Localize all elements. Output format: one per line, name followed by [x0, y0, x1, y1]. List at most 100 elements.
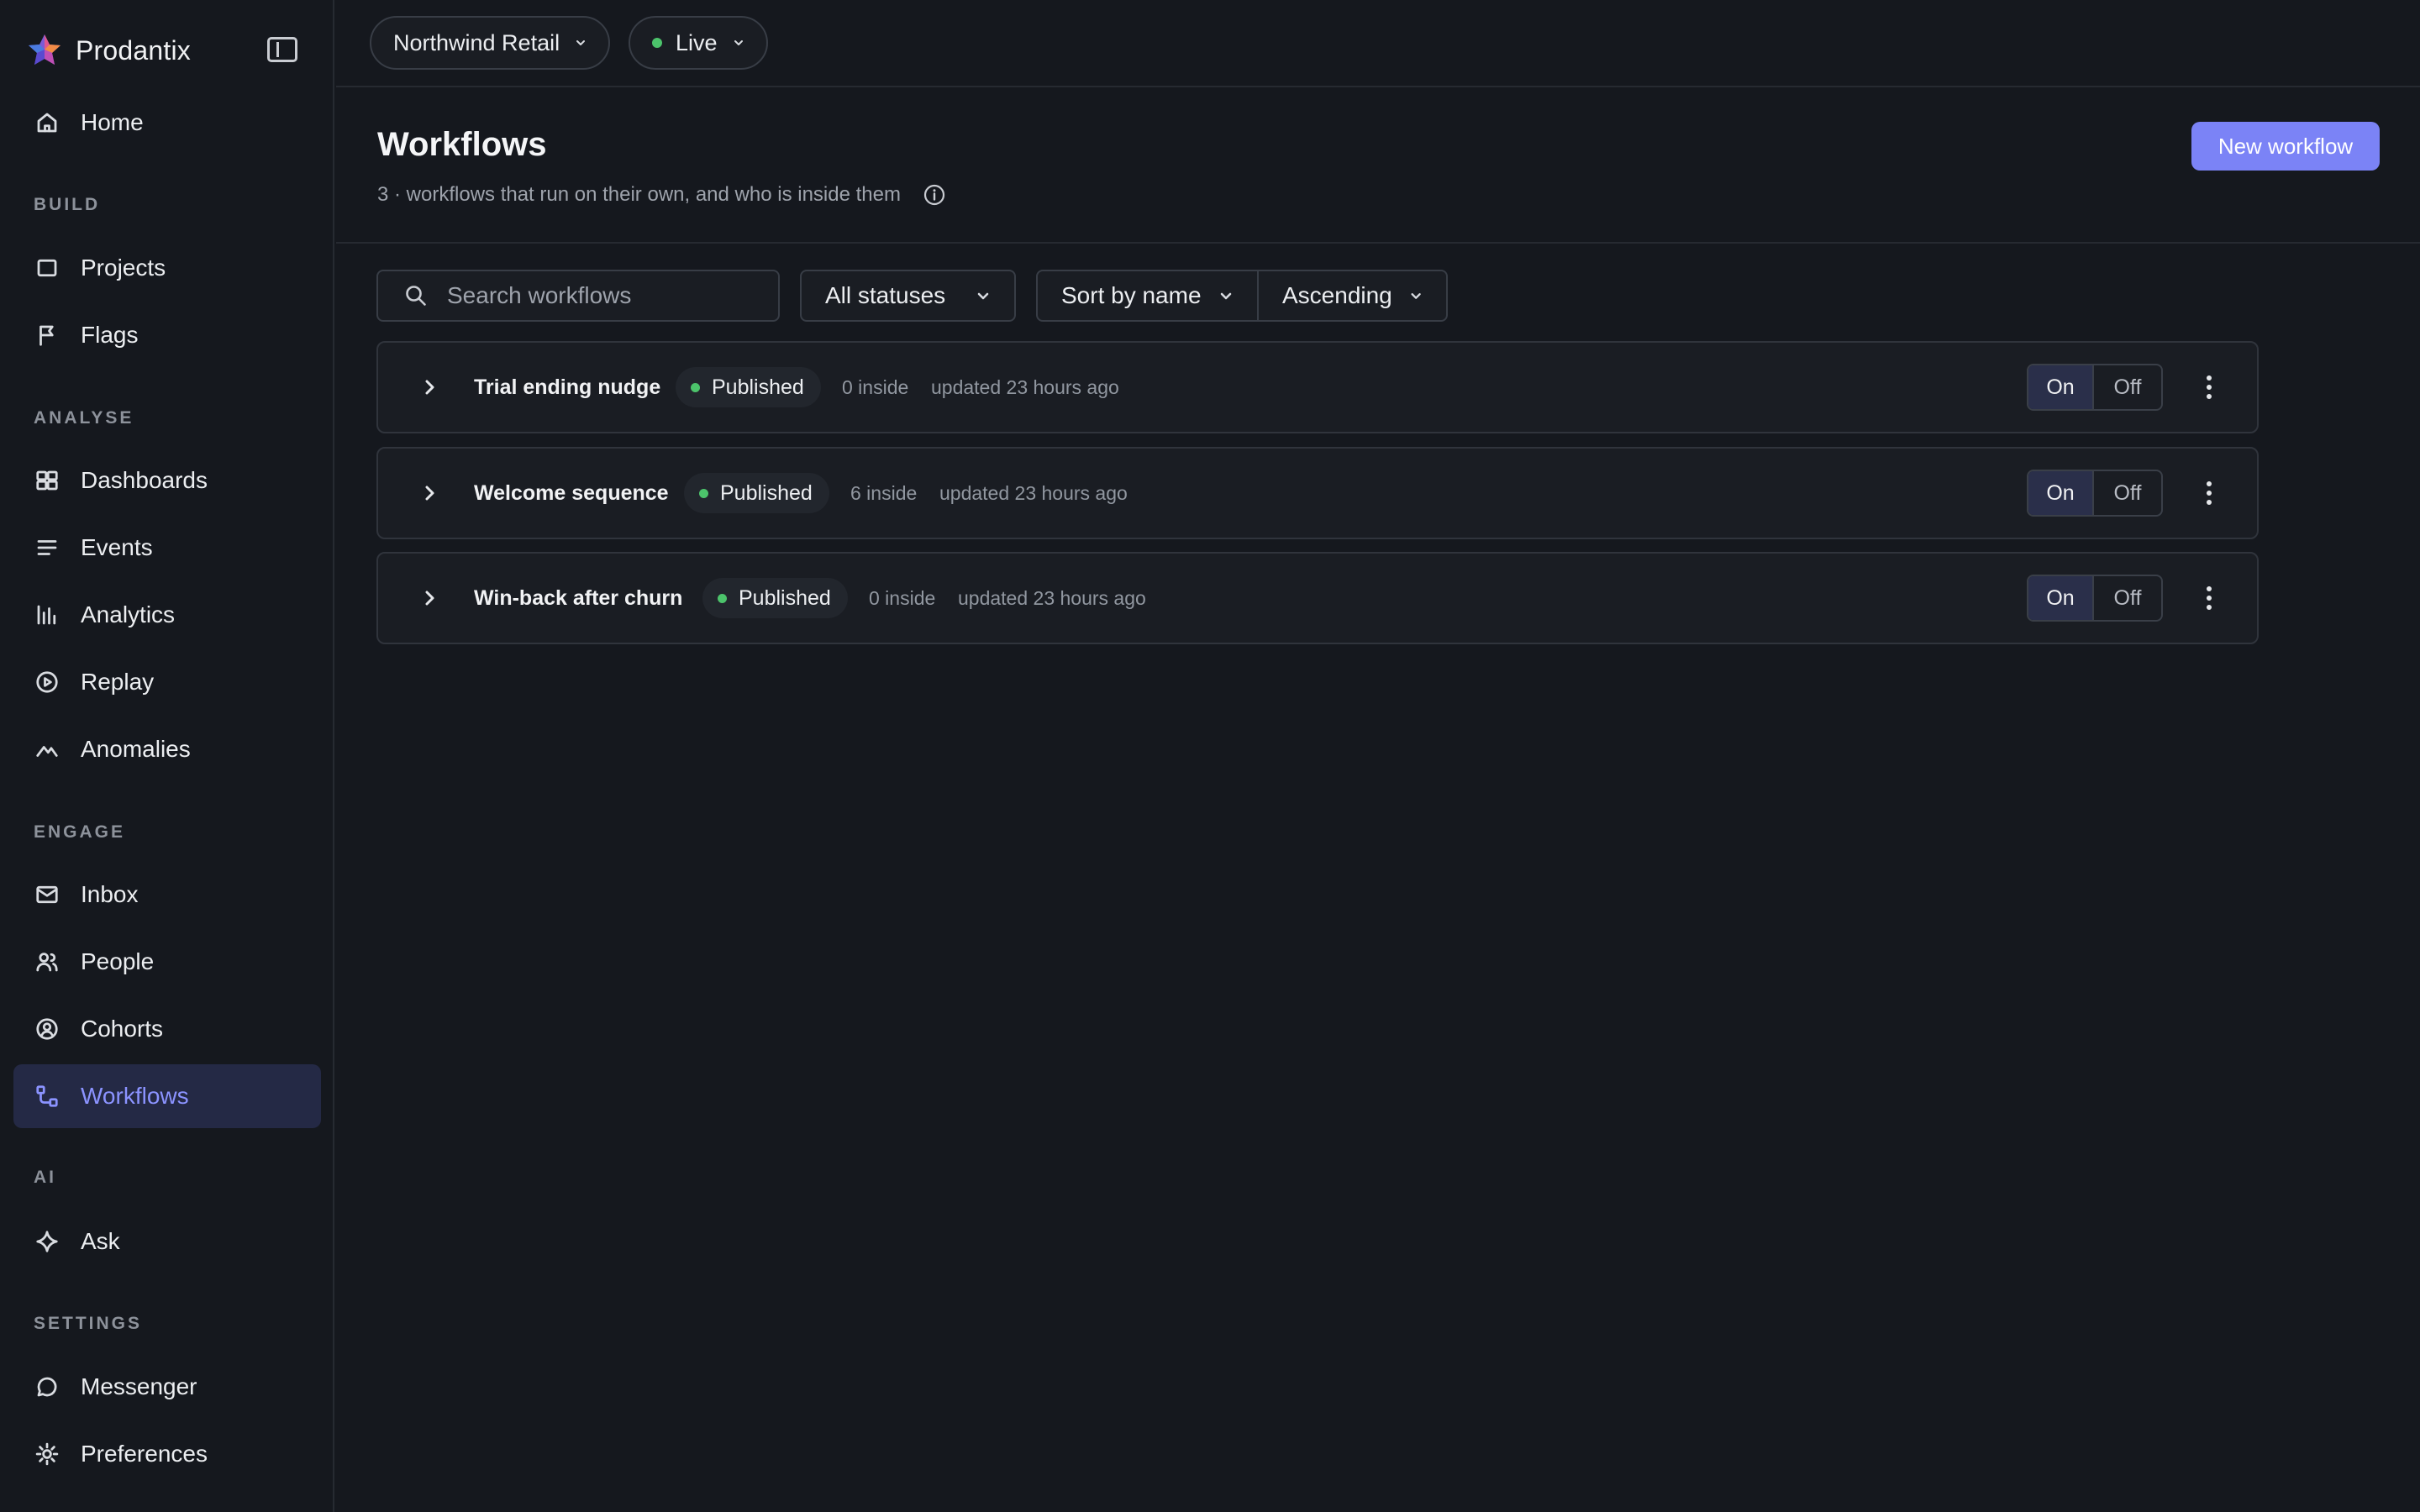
sidebar-item-inbox[interactable]: Inbox — [13, 863, 321, 927]
play-circle-icon — [34, 669, 60, 696]
toggle-on-option[interactable]: On — [2028, 365, 2094, 409]
on-off-toggle[interactable]: On Off — [2027, 470, 2163, 517]
sidebar-item-projects[interactable]: Projects — [13, 236, 321, 300]
status-badge: Published — [684, 473, 829, 513]
page-subtitle: 3 · workflows that run on their own, and… — [377, 183, 946, 207]
sidebar-item-label: Analytics — [81, 601, 176, 627]
updated-time: updated 23 hours ago — [931, 375, 1119, 398]
sidebar-item-flags[interactable]: Flags — [13, 303, 321, 367]
on-off-toggle[interactable]: On Off — [2027, 364, 2163, 411]
flag-icon — [34, 322, 60, 349]
chevron-down-icon — [1220, 292, 1232, 300]
sidebar-item-analytics[interactable]: Analytics — [13, 583, 321, 647]
sidebar-item-cohorts[interactable]: Cohorts — [13, 997, 321, 1061]
page-title: Workflows — [377, 126, 547, 163]
section-label-ai: AI — [34, 1168, 56, 1187]
status-label: Published — [712, 375, 804, 399]
toggle-off-option[interactable]: Off — [2094, 471, 2161, 515]
workflow-name[interactable]: Trial ending nudge — [474, 375, 660, 400]
new-workflow-button[interactable]: New workflow — [2191, 122, 2380, 171]
square-icon — [34, 255, 60, 281]
more-options-icon[interactable] — [2196, 370, 2222, 404]
environment-name: Live — [676, 29, 718, 55]
chat-bubble-icon — [34, 1373, 60, 1400]
sidebar-item-anomalies[interactable]: Anomalies — [13, 717, 321, 781]
sidebar-item-workflows[interactable]: Workflows — [13, 1064, 321, 1128]
workspace-switcher[interactable]: Northwind Retail — [370, 16, 611, 70]
sidebar-item-preferences[interactable]: Preferences — [13, 1422, 321, 1486]
gear-icon — [34, 1441, 60, 1467]
environment-switcher[interactable]: Live — [629, 16, 768, 70]
inside-count: 6 inside — [850, 481, 918, 504]
dashboard-icon — [34, 467, 60, 494]
workspace-name: Northwind Retail — [393, 29, 560, 55]
sidebar-item-replay[interactable]: Replay — [13, 650, 321, 714]
top-bar: Northwind Retail Live — [336, 0, 2420, 87]
info-icon[interactable] — [923, 183, 946, 207]
sidebar-item-events[interactable]: Events — [13, 516, 321, 580]
updated-time: updated 23 hours ago — [939, 481, 1128, 504]
sidebar-item-ask[interactable]: Ask — [13, 1210, 321, 1273]
toggle-off-option[interactable]: Off — [2094, 365, 2161, 409]
sidebar-collapse-icon[interactable] — [267, 37, 297, 62]
toggle-on-option[interactable]: On — [2028, 471, 2094, 515]
sidebar-item-messenger[interactable]: Messenger — [13, 1355, 321, 1419]
sort-order-select[interactable]: Ascending — [1257, 270, 1448, 322]
sidebar-item-dashboards[interactable]: Dashboards — [13, 449, 321, 512]
chevron-down-icon — [576, 40, 586, 45]
on-off-toggle[interactable]: On Off — [2027, 575, 2163, 622]
sidebar-item-home[interactable]: Home — [13, 91, 321, 155]
chevron-down-icon — [734, 40, 743, 45]
sidebar-item-label: People — [81, 948, 155, 974]
sidebar-item-label: Preferences — [81, 1441, 208, 1467]
workflow-row[interactable]: Trial ending nudge Published 0 inside up… — [376, 341, 2259, 433]
sidebar-item-label: Inbox — [81, 881, 139, 907]
sort-field-value: Sort by name — [1061, 282, 1202, 308]
status-filter-select[interactable]: All statuses — [800, 270, 1016, 322]
sidebar: Prodantix Home BUILD Projects Flags ANAL… — [0, 0, 334, 1512]
workflow-name[interactable]: Welcome sequence — [474, 481, 669, 506]
sidebar-item-label: Replay — [81, 669, 155, 695]
sidebar-item-people[interactable]: People — [13, 930, 321, 994]
sidebar-item-label: Workflows — [81, 1083, 189, 1109]
status-dot — [699, 488, 708, 498]
header-divider — [336, 242, 2420, 244]
sidebar-item-label: Events — [81, 534, 153, 560]
more-options-icon[interactable] — [2196, 476, 2222, 510]
search-icon — [406, 286, 426, 306]
sidebar-item-label: Dashboards — [81, 467, 208, 493]
status-badge: Published — [702, 578, 848, 618]
search-box[interactable] — [376, 270, 780, 322]
sidebar-item-label: Messenger — [81, 1373, 197, 1399]
live-status-dot — [652, 38, 662, 48]
trend-line-icon — [34, 736, 60, 763]
section-label-build: BUILD — [34, 195, 101, 214]
section-label-analyse: ANALYSE — [34, 408, 134, 428]
more-options-icon[interactable] — [2196, 581, 2222, 615]
chevron-right-icon[interactable] — [420, 484, 439, 502]
toggle-off-option[interactable]: Off — [2094, 576, 2161, 620]
status-label: Published — [739, 585, 831, 610]
chevron-right-icon[interactable] — [420, 378, 439, 396]
search-input[interactable] — [447, 282, 766, 309]
status-dot — [691, 382, 700, 392]
subtitle-text: 3 · workflows that run on their own, and… — [377, 183, 901, 206]
workflow-row[interactable]: Welcome sequence Published 6 inside upda… — [376, 447, 2259, 539]
sidebar-item-label: Home — [81, 109, 144, 135]
brand-logo-icon — [29, 34, 60, 65]
status-label: Published — [720, 480, 813, 505]
workflow-row[interactable]: Win-back after churn Published 0 inside … — [376, 552, 2259, 644]
chevron-down-icon — [1411, 293, 1421, 299]
inside-count: 0 inside — [842, 375, 909, 398]
sort-field-select[interactable]: Sort by name — [1036, 270, 1259, 322]
toggle-on-option[interactable]: On — [2028, 576, 2094, 620]
section-label-settings: SETTINGS — [34, 1314, 143, 1333]
users-icon — [34, 948, 60, 975]
workflow-name[interactable]: Win-back after churn — [474, 586, 682, 611]
home-icon — [34, 109, 60, 136]
sidebar-item-label: Ask — [81, 1228, 120, 1254]
workflow-icon — [34, 1083, 60, 1110]
sidebar-item-label: Flags — [81, 322, 139, 348]
chevron-right-icon[interactable] — [420, 589, 439, 607]
section-label-engage: ENGAGE — [34, 822, 126, 842]
